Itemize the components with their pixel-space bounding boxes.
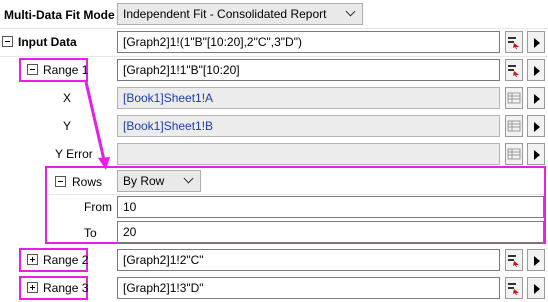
range2-label: Range 2 (43, 253, 89, 267)
range3-field[interactable]: [Graph2]1!3"D" (117, 277, 500, 299)
expand-icon[interactable] (27, 282, 38, 293)
range3-label: Range 3 (43, 281, 89, 295)
range2-field[interactable]: [Graph2]1!2"C" (117, 249, 500, 271)
picker-icon (508, 255, 519, 267)
expand-icon[interactable] (27, 254, 38, 265)
picker-icon (508, 283, 519, 295)
data-picker-button[interactable] (505, 277, 523, 299)
data-picker-button[interactable] (505, 249, 523, 271)
expand-menu-button[interactable] (527, 277, 545, 299)
expand-menu-button[interactable] (527, 249, 545, 271)
